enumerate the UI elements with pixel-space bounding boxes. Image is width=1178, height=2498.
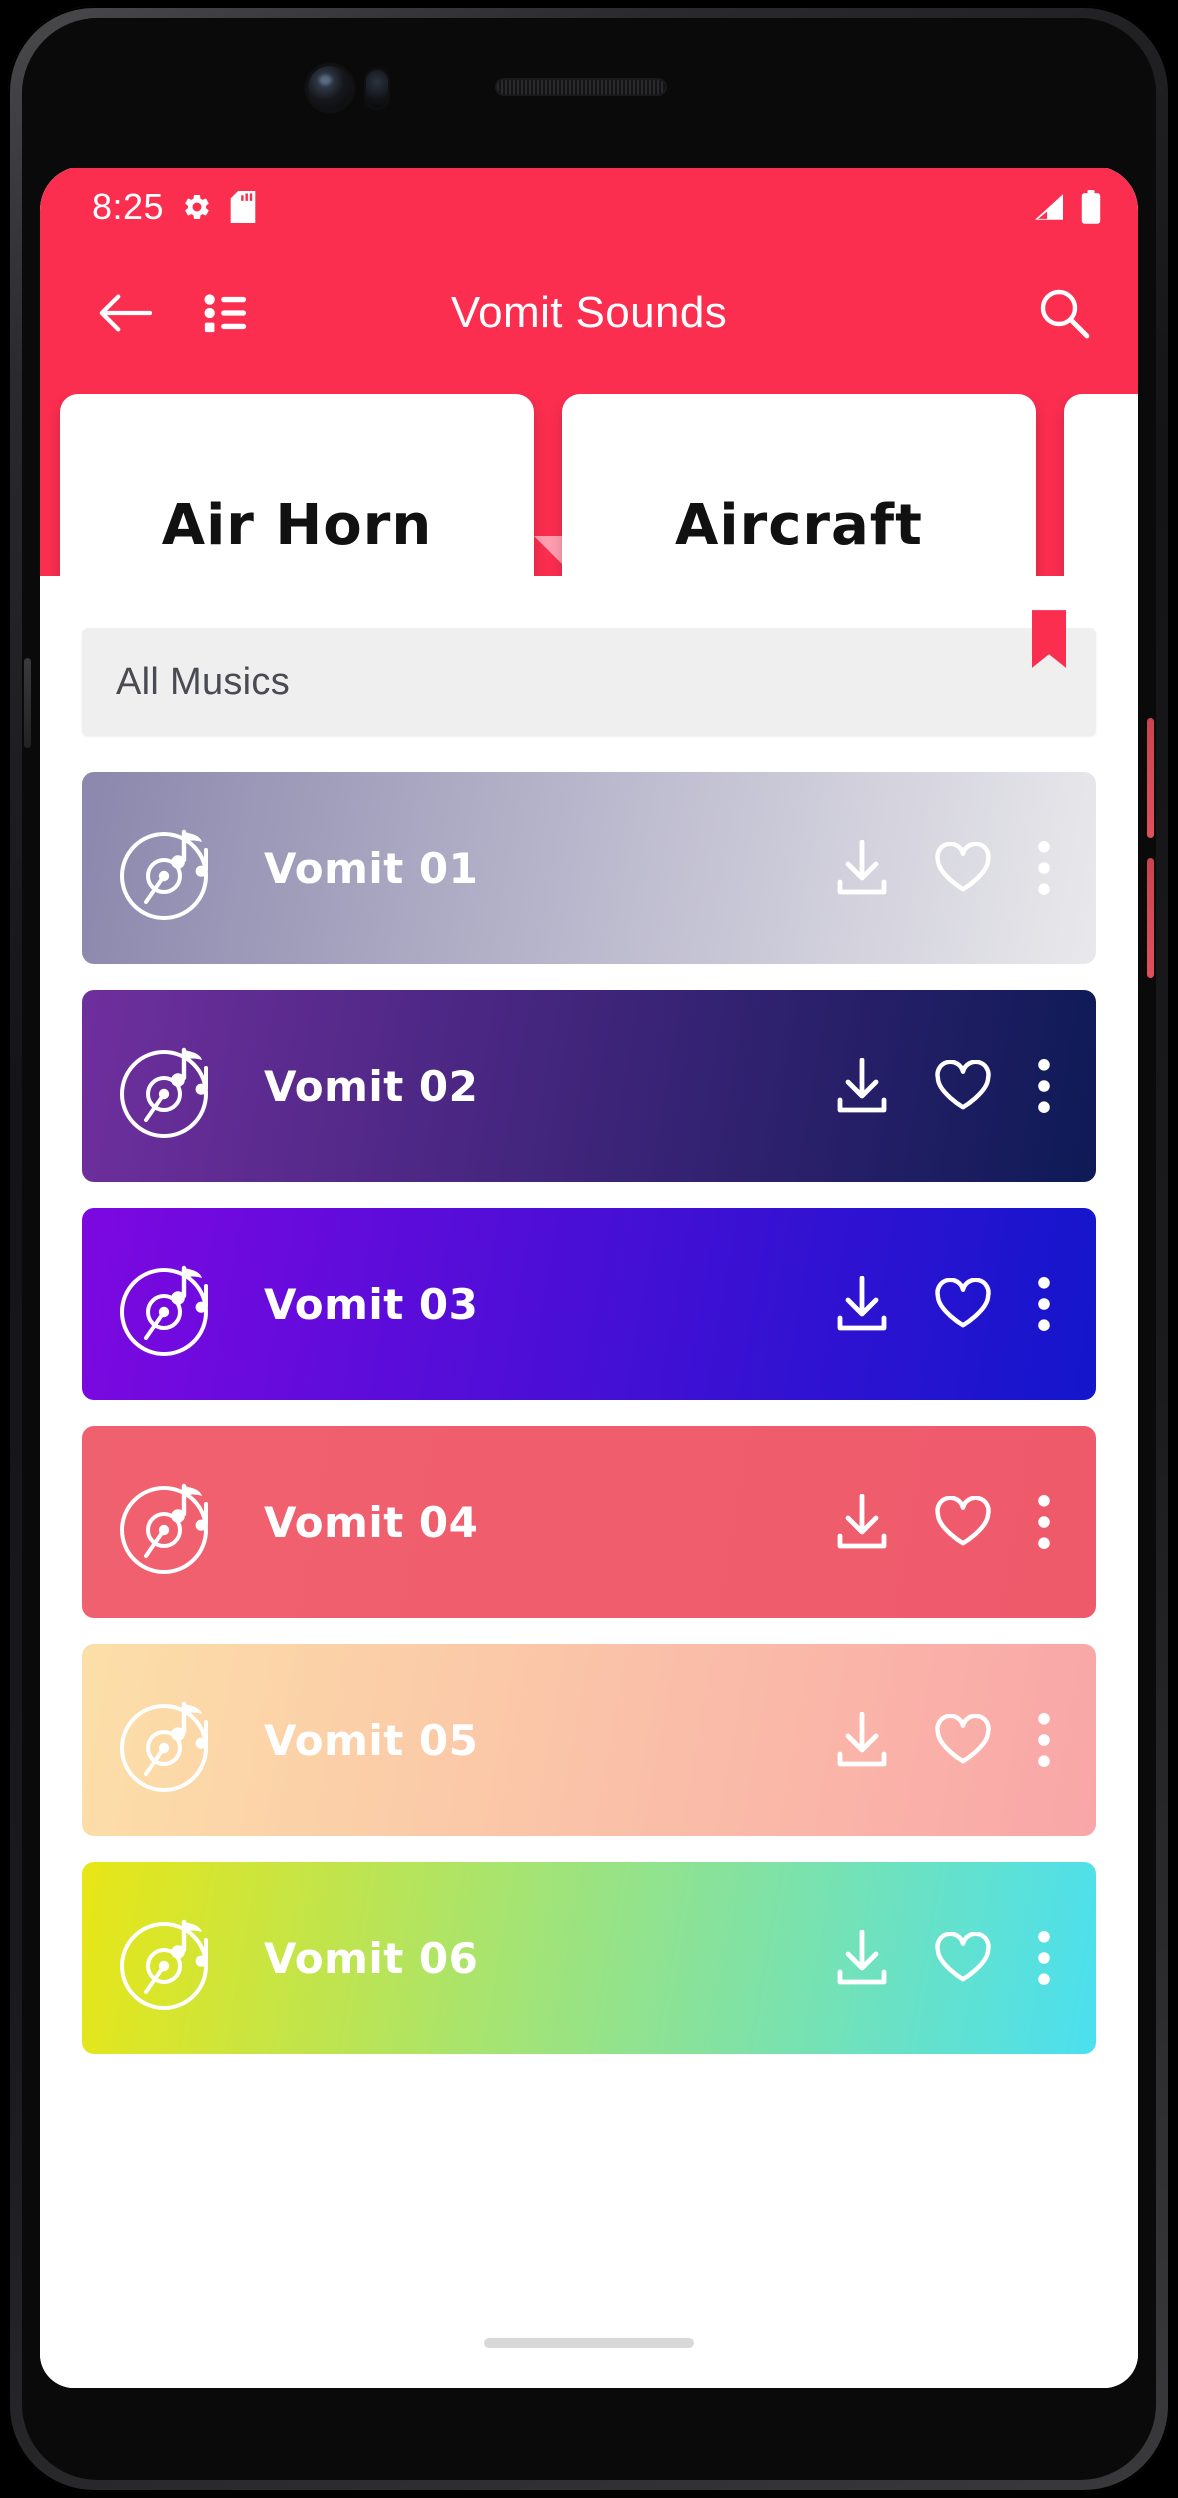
row-actions <box>836 1058 1050 1114</box>
list-icon[interactable] <box>202 290 248 336</box>
row-actions <box>836 1494 1050 1550</box>
download-icon[interactable] <box>836 1712 888 1768</box>
status-bar-right <box>1032 190 1102 224</box>
section-header: All Musics <box>82 610 1096 736</box>
music-title: Vomit 04 <box>264 1497 479 1547</box>
music-title: Vomit 05 <box>264 1715 479 1765</box>
status-bar-left: 8:25 <box>92 186 256 228</box>
app-screen: 8:25 Vomit Sounds Air Horn Aircraft All … <box>40 166 1138 2388</box>
search-icon[interactable] <box>1038 287 1090 339</box>
music-row[interactable]: Vomit 05 <box>82 1644 1096 1836</box>
row-actions <box>836 840 1050 896</box>
app-bar: Vomit Sounds <box>40 248 1138 378</box>
sensor-icon <box>366 70 388 108</box>
heart-icon[interactable] <box>934 1060 992 1112</box>
download-icon[interactable] <box>836 1930 888 1986</box>
battery-icon <box>1081 190 1101 224</box>
content-area: All Musics Vomit 01 Vomit 02 Vomit 03 Vo… <box>40 576 1138 2388</box>
bookmark-icon[interactable] <box>1032 610 1066 668</box>
music-disc-icon <box>120 829 208 920</box>
gear-icon <box>185 194 209 220</box>
phone-frame: 8:25 Vomit Sounds Air Horn Aircraft All … <box>8 6 1170 2492</box>
music-title: Vomit 02 <box>264 1061 479 1111</box>
category-card-label: Air Horn <box>161 492 433 558</box>
back-arrow-icon[interactable] <box>98 293 152 333</box>
download-icon[interactable] <box>836 1276 888 1332</box>
heart-icon[interactable] <box>934 1278 992 1330</box>
volume-down-button[interactable] <box>1147 858 1154 978</box>
camera-icon <box>308 66 352 110</box>
music-title: Vomit 06 <box>264 1933 479 1983</box>
category-card-label: Aircraft <box>675 492 923 558</box>
more-vertical-icon[interactable] <box>1038 1713 1050 1767</box>
section-title: All Musics <box>116 660 291 703</box>
more-vertical-icon[interactable] <box>1038 841 1050 895</box>
music-title: Vomit 01 <box>264 843 479 893</box>
download-icon[interactable] <box>836 1494 888 1550</box>
music-disc-icon <box>120 1265 208 1356</box>
app-header: 8:25 Vomit Sounds Air Horn Aircraft <box>40 166 1138 656</box>
row-actions <box>836 1276 1050 1332</box>
more-vertical-icon[interactable] <box>1038 1931 1050 1985</box>
navigation-bar <box>40 2292 1138 2388</box>
row-actions <box>836 1712 1050 1768</box>
gesture-pill[interactable] <box>484 2338 694 2348</box>
earpiece-speaker <box>497 80 665 94</box>
power-button[interactable] <box>24 658 31 748</box>
music-row[interactable]: Vomit 03 <box>82 1208 1096 1400</box>
more-vertical-icon[interactable] <box>1038 1495 1050 1549</box>
music-row[interactable]: Vomit 02 <box>82 990 1096 1182</box>
heart-icon[interactable] <box>934 1932 992 1984</box>
volume-up-button[interactable] <box>1147 718 1154 838</box>
music-disc-icon <box>120 1919 208 2010</box>
phone-top-bezel <box>22 18 1156 168</box>
more-vertical-icon[interactable] <box>1038 1277 1050 1331</box>
music-disc-icon <box>120 1701 208 1792</box>
music-list: Vomit 01 Vomit 02 Vomit 03 Vomit 04 Vomi… <box>82 772 1096 2054</box>
heart-icon[interactable] <box>934 842 992 894</box>
status-bar: 8:25 <box>40 166 1138 248</box>
signal-icon <box>1035 194 1063 220</box>
music-row[interactable]: Vomit 04 <box>82 1426 1096 1618</box>
sd-card-icon <box>230 191 256 223</box>
download-icon[interactable] <box>836 840 888 896</box>
more-vertical-icon[interactable] <box>1038 1059 1050 1113</box>
music-row[interactable]: Vomit 06 <box>82 1862 1096 2054</box>
phone-screen-body: 8:25 Vomit Sounds Air Horn Aircraft All … <box>22 18 1156 2480</box>
download-icon[interactable] <box>836 1058 888 1114</box>
music-row[interactable]: Vomit 01 <box>82 772 1096 964</box>
heart-icon[interactable] <box>934 1714 992 1766</box>
status-time: 8:25 <box>92 186 165 227</box>
row-actions <box>836 1930 1050 1986</box>
heart-icon[interactable] <box>934 1496 992 1548</box>
music-title: Vomit 03 <box>264 1279 479 1329</box>
music-disc-icon <box>120 1483 208 1574</box>
music-disc-icon <box>120 1047 208 1138</box>
